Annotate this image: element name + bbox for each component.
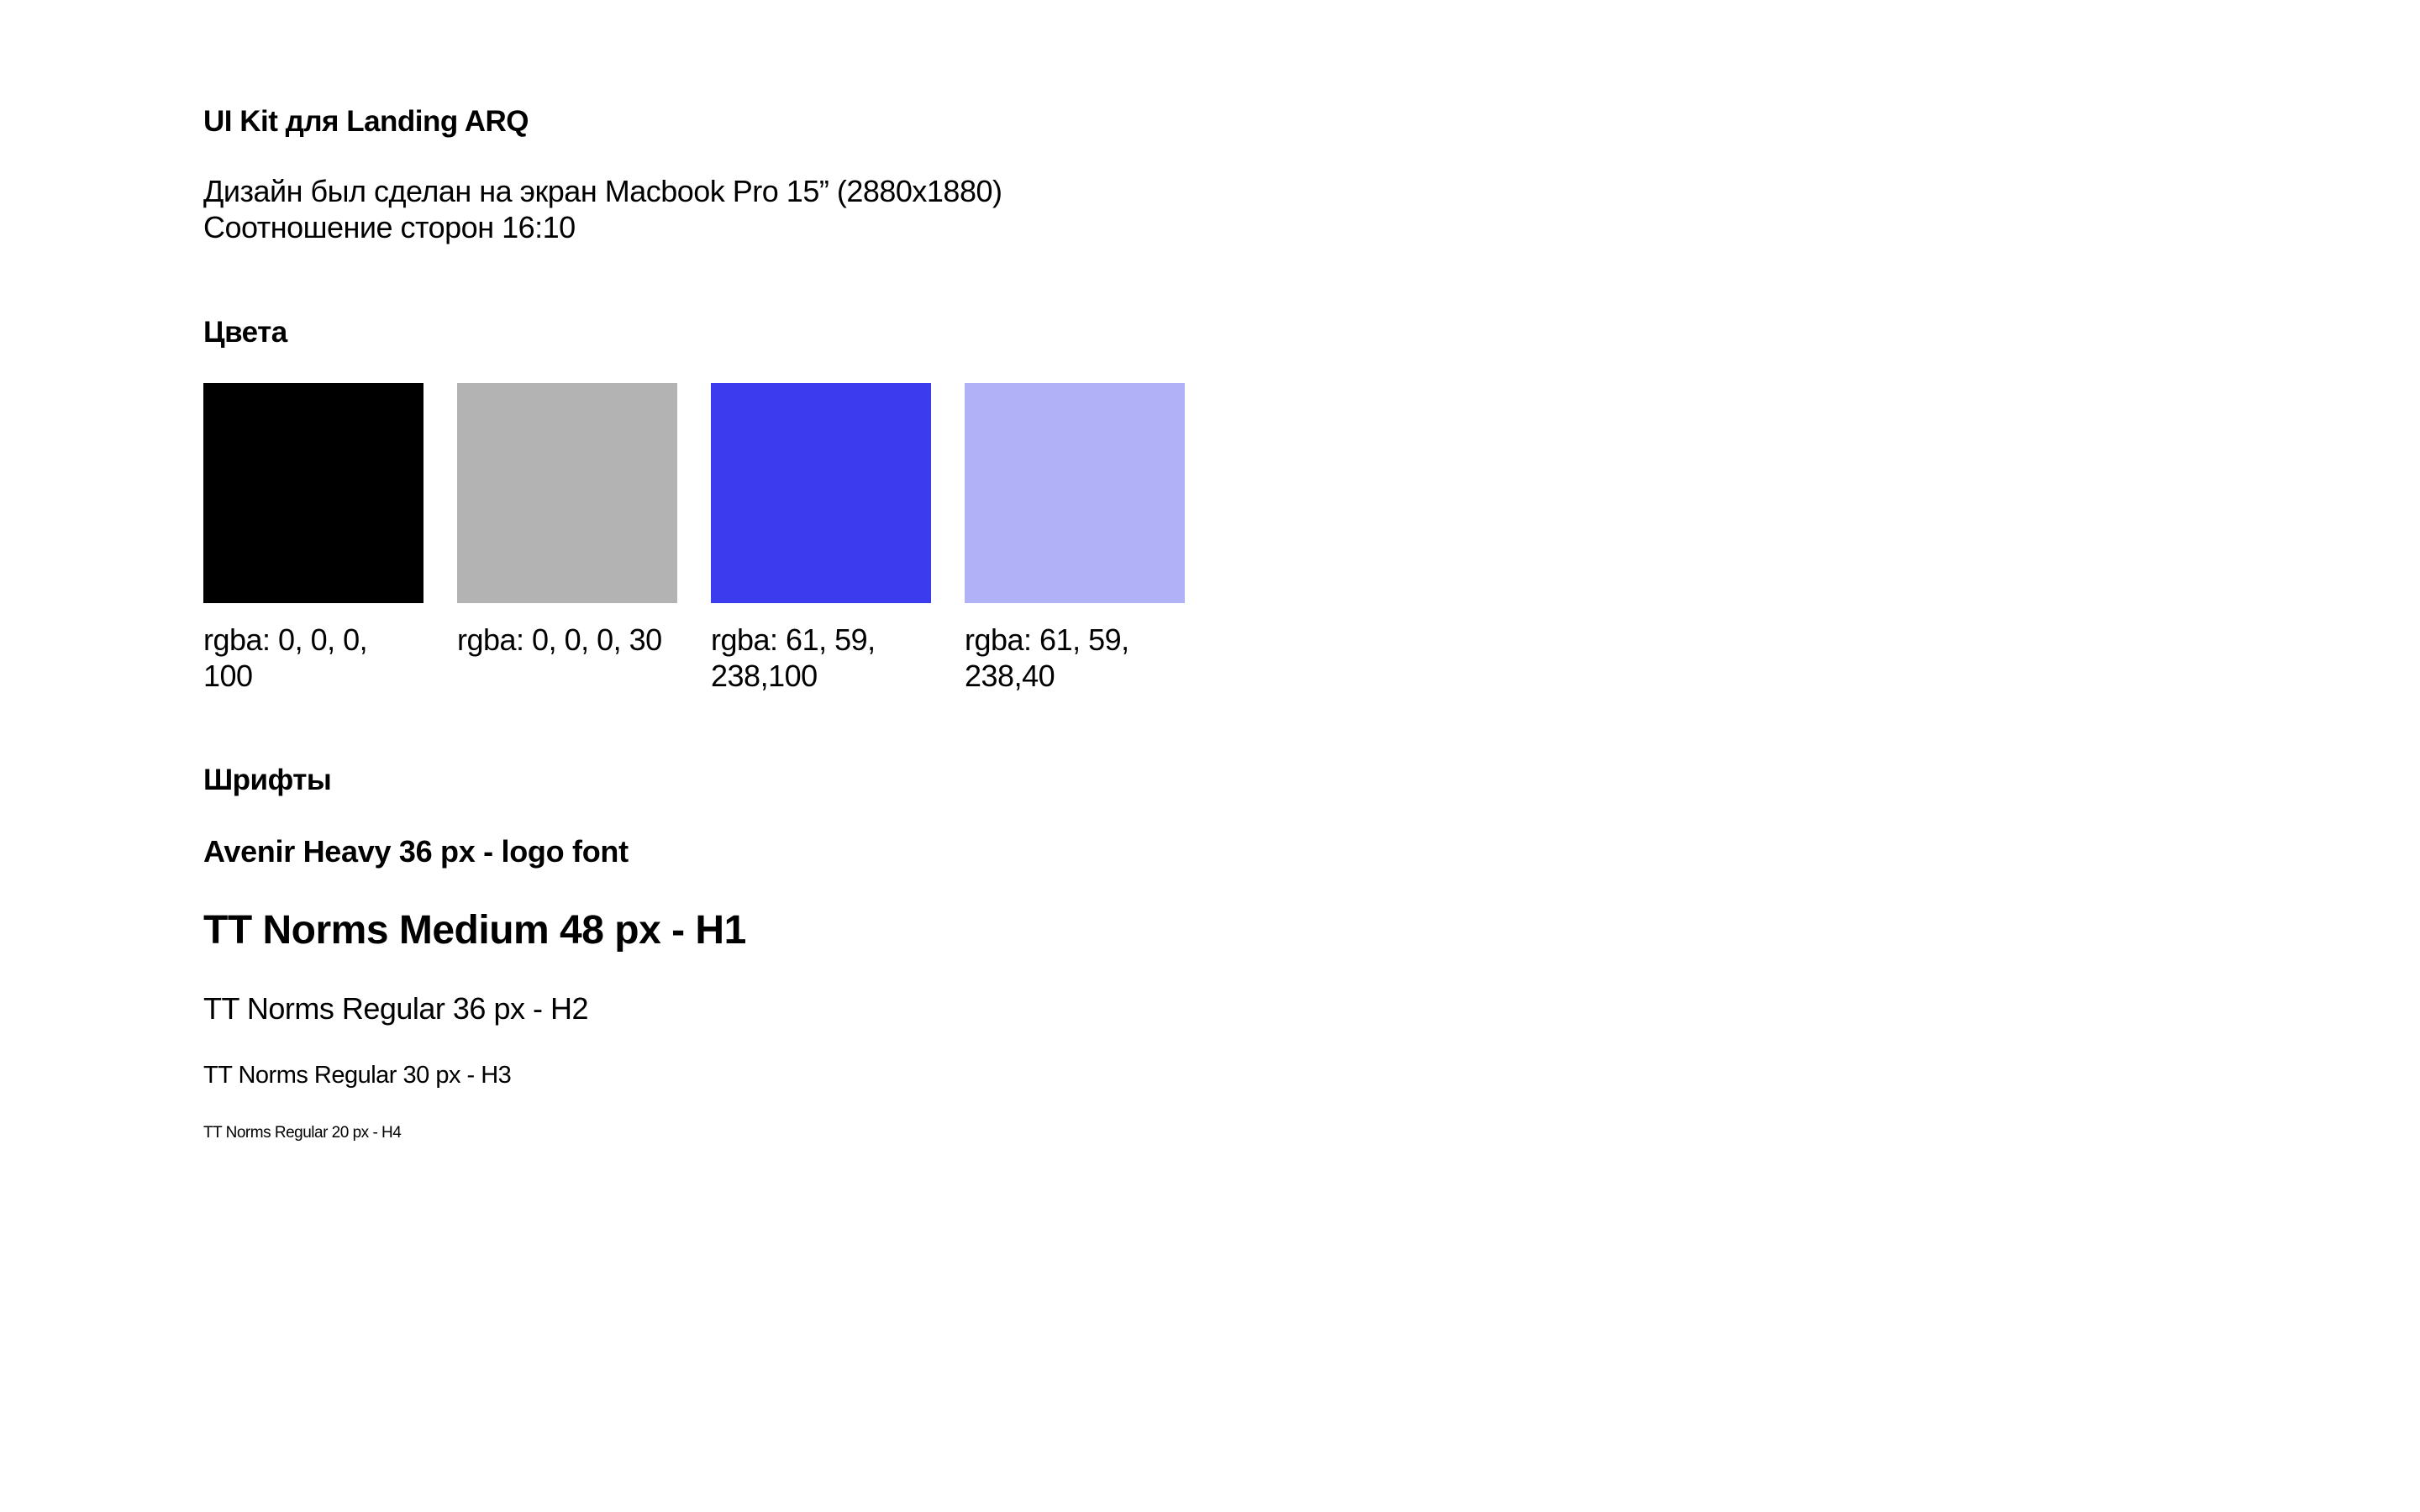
font-sample-h3: TT Norms Regular 30 px - H3: [203, 1062, 512, 1089]
color-caption-gray: rgba: 0, 0, 0, 30: [457, 622, 662, 657]
color-swatch-gray: [457, 383, 677, 603]
color-swatch-blue: [711, 383, 931, 603]
fonts-heading: Шрифты: [203, 764, 332, 796]
color-caption-black: rgba: 0, 0, 0, 100: [203, 622, 368, 693]
color-swatch-light-blue: [965, 383, 1185, 603]
font-sample-h4: TT Norms Regular 20 px - H4: [203, 1124, 402, 1142]
aspect-ratio-note: Соотношение сторон 16:10: [203, 210, 576, 244]
design-screen-note: Дизайн был сделан на экран Macbook Pro 1…: [203, 174, 1002, 208]
page-title: UI Kit для Landing ARQ: [203, 105, 529, 138]
font-sample-logo: Avenir Heavy 36 px - logo font: [203, 834, 629, 869]
color-caption-blue: rgba: 61, 59, 238,100: [711, 622, 876, 693]
color-caption-light-blue: rgba: 61, 59, 238,40: [965, 622, 1129, 693]
font-sample-h2: TT Norms Regular 36 px - H2: [203, 991, 588, 1026]
colors-heading: Цвета: [203, 316, 287, 349]
color-swatch-black: [203, 383, 424, 603]
font-sample-h1: TT Norms Medium 48 px - H1: [203, 908, 746, 953]
